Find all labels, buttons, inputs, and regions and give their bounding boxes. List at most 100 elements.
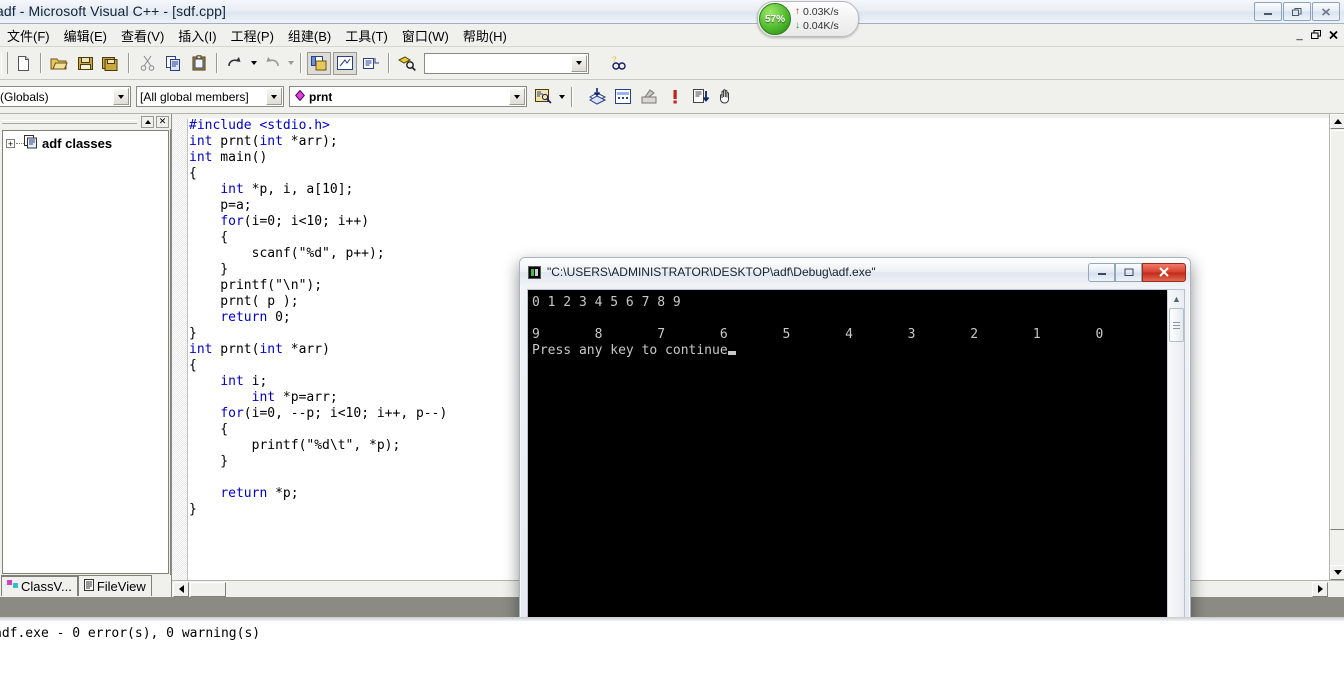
menu-insert[interactable]: 插入(I) [171,24,223,47]
execute-program-icon[interactable] [663,85,687,108]
tree-item-label: adf classes [42,136,113,151]
class-combo[interactable]: (Globals) [0,86,131,107]
workspace-icon[interactable] [307,51,331,75]
redo-dropdown[interactable] [285,52,296,74]
code-line: int main() [189,150,268,165]
vc6-application-window: adf - Microsoft Visual C++ - [sdf.cpp] 文… [0,0,1344,678]
compile-icon[interactable] [585,85,609,108]
redo-icon[interactable] [260,52,284,75]
scroll-up-button[interactable] [1330,114,1344,129]
window-list-icon[interactable] [359,52,383,75]
download-row: ↓ 0.04K/s [795,19,839,33]
code-line: int *p, i, a[10]; [220,182,354,197]
undo-dropdown[interactable] [248,52,259,74]
copy-icon[interactable] [161,52,185,75]
save-all-icon[interactable] [99,52,123,75]
tab-fileview[interactable]: FileView [77,575,152,596]
open-file-icon[interactable] [47,52,71,75]
restore-button[interactable] [1283,2,1311,21]
menu-edit[interactable]: 编辑(E) [57,24,114,47]
menu-help[interactable]: 帮助(H) [456,24,514,47]
console-close-button[interactable] [1142,262,1186,282]
output-window-icon[interactable] [333,51,357,75]
stop-build-icon[interactable] [637,85,661,108]
menu-build[interactable]: 组建(B) [281,24,338,47]
tab-fileview-label: FileView [96,578,146,594]
classwizard-icon[interactable] [531,85,555,108]
tab-classview-label: ClassV... [21,579,72,594]
console-line: 9 8 7 6 5 4 3 2 1 0 [532,327,1104,342]
hand-pan-icon[interactable] [715,85,739,108]
tree-connector [16,143,24,144]
network-speed-widget[interactable]: 57% ↑ 0.03K/s ↓ 0.04K/s [757,1,859,37]
editor-vertical-scrollbar[interactable] [1329,114,1344,580]
wizard-toolbar: (Globals) [All global members] prnt [0,80,1344,114]
scroll-right-button[interactable] [1312,581,1328,597]
menu-project[interactable]: 工程(P) [224,24,281,47]
save-icon[interactable] [73,52,97,75]
console-scroll-up-button[interactable]: ▲ [1168,290,1185,307]
find-combo[interactable] [424,52,589,74]
upload-arrow-icon: ↑ [795,6,800,17]
console-window[interactable]: "C:\USERS\ADMINISTRATOR\DESKTOP\adf\Debu… [519,257,1191,678]
scroll-left-button[interactable] [173,581,189,597]
classwizard-dropdown[interactable] [556,86,567,108]
menu-file[interactable]: 文件(F) [0,24,57,47]
toolbar-separator [40,53,42,73]
code-line: #include <stdio.h> [189,118,330,133]
tree-item-adf-classes[interactable]: + adf classes [3,131,168,152]
toolbar-separator-2 [128,53,130,73]
undo-icon[interactable] [223,52,247,75]
pane-restore-button[interactable] [141,115,154,128]
minimize-button[interactable] [1254,2,1282,21]
mdi-close-button[interactable] [1326,28,1341,42]
editor-scroll-thumb[interactable] [1330,130,1344,530]
paste-icon[interactable] [187,52,211,75]
find-in-files-icon[interactable] [395,52,419,75]
console-title-bar[interactable]: "C:\USERS\ADMINISTRATOR\DESKTOP\adf\Debu… [520,258,1190,286]
menu-window[interactable]: 窗口(W) [395,24,456,47]
console-minimize-button[interactable] [1088,262,1115,282]
pane-close-button[interactable]: ✕ [156,115,169,128]
member-scope-combo[interactable]: [All global members] [136,86,284,107]
class-tree[interactable]: + adf classes [2,130,169,574]
class-combo-dropdown[interactable] [113,88,129,105]
go-debug-icon[interactable] [689,85,713,108]
cut-icon[interactable] [135,52,159,75]
tree-expander-icon[interactable]: + [6,139,15,148]
menu-tools[interactable]: 工具(T) [338,24,395,47]
find-combo-dropdown[interactable] [571,54,587,72]
upload-speed-value: 0.03K/s [803,6,839,18]
toolbar-separator-5 [388,53,390,73]
member-combo-dropdown[interactable] [509,88,525,105]
menu-view[interactable]: 查看(V) [114,24,171,47]
console-maximize-button[interactable] [1115,262,1142,282]
mdi-child-buttons: _ [1292,28,1341,42]
classview-icon [7,579,18,594]
editor-hscroll-thumb[interactable] [190,581,226,597]
new-file-icon[interactable] [11,52,35,75]
output-pane-divider [0,618,1344,621]
workspace-tabs: ClassV... FileView [0,575,171,597]
toolbar-grip[interactable] [1,52,8,74]
console-scroll-thumb[interactable] [1169,308,1184,342]
member-combo[interactable]: prnt [289,86,527,107]
console-line: Press any key to continue [532,343,1167,359]
build-result-text: adf.exe - 0 error(s), 0 warning(s) [0,626,261,641]
build-icon[interactable] [611,85,635,108]
find-binoculars-icon[interactable]: ? [607,52,631,75]
mdi-minimize-button[interactable]: _ [1292,28,1307,42]
close-button[interactable] [1312,2,1340,21]
tab-classview[interactable]: ClassV... [1,575,78,596]
editor-selection-margin[interactable] [172,119,188,580]
class-folder-icon [24,135,39,152]
caption-buttons [1254,2,1340,21]
scroll-down-button[interactable] [1330,565,1344,580]
upload-row: ↑ 0.03K/s [795,5,839,19]
wizard-separator [571,86,573,107]
member-diamond-icon [295,89,305,104]
workspace-pane: ✕ + adf classes ClassV... FileView [0,114,171,597]
mdi-restore-button[interactable] [1309,28,1324,42]
member-scope-value: [All global members] [140,89,249,104]
member-scope-dropdown[interactable] [266,88,282,105]
